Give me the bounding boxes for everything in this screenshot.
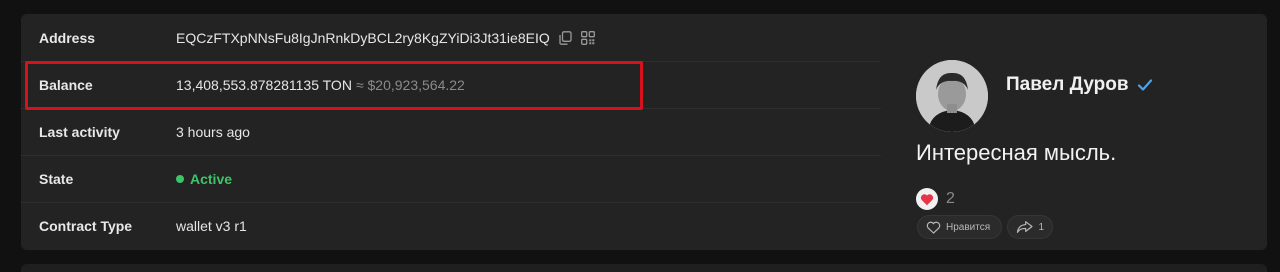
contract-type-value: wallet v3 r1 — [176, 218, 247, 234]
last-activity-row: Last activity 3 hours ago — [21, 108, 881, 155]
state-label: State — [39, 171, 74, 187]
like-button[interactable]: Нравится — [917, 215, 1002, 239]
contract-type-label: Contract Type — [39, 218, 133, 234]
address-label: Address — [39, 29, 96, 46]
wallet-info-card: Address EQCzFTXpNNsFu8IgJnRnkDyBCL2ry8Kg… — [21, 14, 1267, 250]
author-name-container: Павел Дуров — [1006, 74, 1153, 96]
heart-outline-icon — [926, 221, 941, 234]
reaction-count: 2 — [946, 190, 955, 207]
address-value[interactable]: EQCzFTXpNNsFu8IgJnRnkDyBCL2ry8KgZYiDi3Jt… — [176, 30, 550, 46]
share-count: 1 — [1038, 221, 1044, 233]
state-row: State Active — [21, 155, 881, 202]
author-name[interactable]: Павел Дуров — [1006, 74, 1129, 96]
heart-reaction-icon — [916, 188, 938, 210]
telegram-post: Павел Дуров Интересная мысль. 2 Нравится — [901, 44, 1201, 254]
post-text: Интересная мысль. — [916, 140, 1117, 165]
copy-icon[interactable] — [558, 30, 574, 46]
reaction-summary[interactable]: 2 — [916, 188, 955, 210]
status-dot — [176, 175, 184, 183]
qr-code-icon[interactable] — [580, 30, 596, 46]
share-button[interactable]: 1 — [1007, 215, 1053, 239]
verified-check-icon — [1137, 78, 1153, 92]
balance-label: Balance — [39, 77, 93, 93]
next-card-edge — [21, 264, 1267, 272]
balance-row: Balance 13,408,553.878281135 TON ≈ $20,9… — [21, 61, 881, 108]
last-activity-value: 3 hours ago — [176, 124, 250, 140]
balance-ton-value: 13,408,553.878281135 TON — [176, 77, 352, 93]
balance-usd-value: ≈ $20,923,564.22 — [355, 77, 465, 93]
like-button-label: Нравится — [946, 221, 991, 233]
author-avatar[interactable] — [916, 60, 988, 132]
state-value: Active — [190, 171, 233, 187]
address-row: Address EQCzFTXpNNsFu8IgJnRnkDyBCL2ry8Kg… — [21, 14, 881, 61]
share-arrow-icon — [1016, 221, 1033, 233]
contract-type-row: Contract Type wallet v3 r1 — [21, 202, 881, 249]
last-activity-label: Last activity — [39, 124, 120, 140]
